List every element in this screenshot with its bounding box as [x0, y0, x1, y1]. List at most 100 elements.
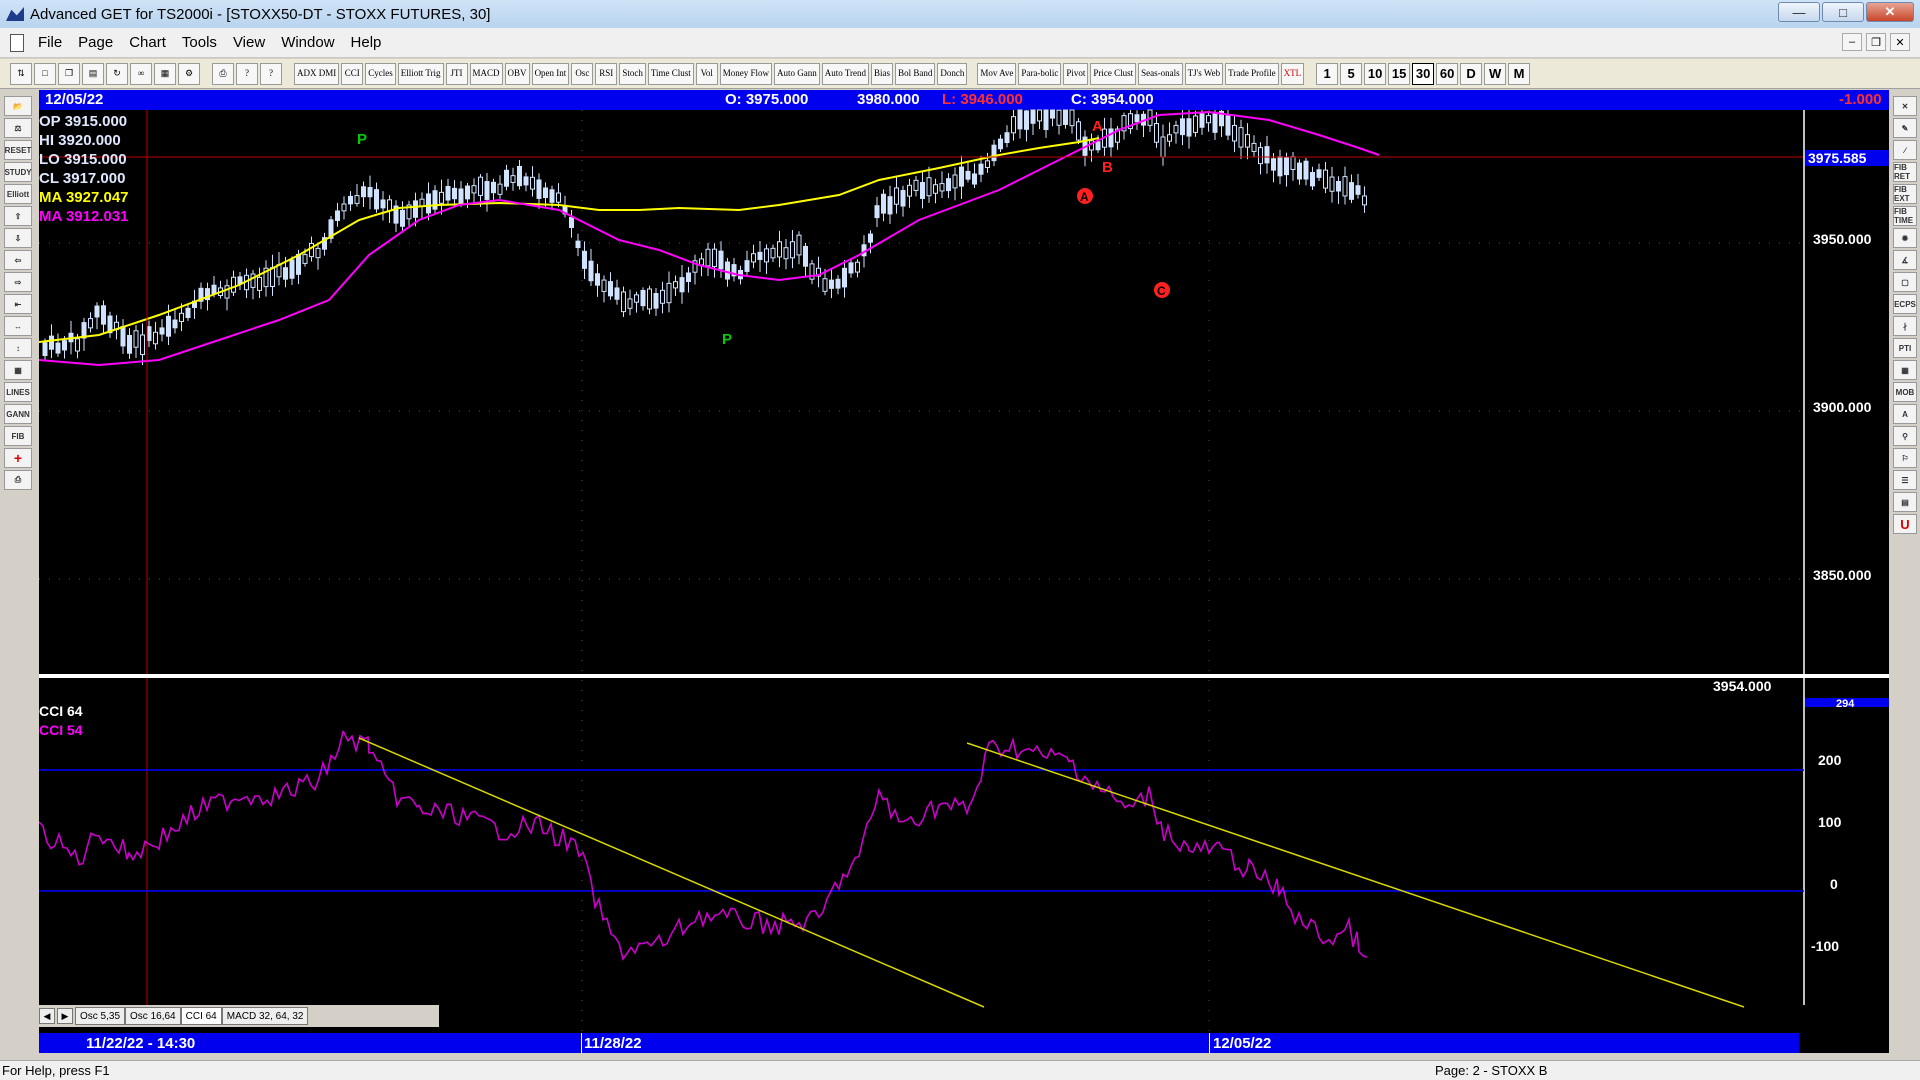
fib-button[interactable]: FIB: [4, 426, 32, 446]
timeframe-button-d[interactable]: D: [1460, 62, 1483, 85]
study-button-cci[interactable]: CCI: [341, 62, 364, 85]
menu-help[interactable]: Help: [351, 34, 382, 51]
book-icon[interactable]: ▤: [1893, 492, 1917, 512]
tab-cci-64[interactable]: CCI 64: [180, 1007, 222, 1025]
context-help-icon[interactable]: ?: [260, 62, 282, 85]
study-button-money-flow[interactable]: Money Flow: [719, 62, 773, 85]
magnet-button[interactable]: U: [1893, 514, 1917, 534]
study-button-rsi[interactable]: RSI: [595, 62, 618, 85]
timeframe-button-60[interactable]: 60: [1436, 62, 1459, 85]
arrow-down-icon[interactable]: ⇩: [4, 228, 32, 248]
fib-ext-button[interactable]: FIB EXT: [1893, 184, 1917, 204]
study-button-stoch[interactable]: Stoch: [619, 62, 646, 85]
line-tool-icon[interactable]: ∕: [1893, 140, 1917, 160]
pencil-icon[interactable]: ✎: [1893, 118, 1917, 138]
study-button-trade-profile[interactable]: Trade Profile: [1225, 62, 1279, 85]
tab-macd[interactable]: MACD 32, 64, 32: [221, 1007, 309, 1025]
close-button[interactable]: ✕: [1866, 2, 1914, 22]
timeframe-button-5[interactable]: 5: [1340, 62, 1363, 85]
lines-button[interactable]: LINES: [4, 382, 32, 402]
study-button-para-bolic[interactable]: Para-bolic: [1018, 62, 1062, 85]
study-button-bol-band[interactable]: Bol Band: [895, 62, 936, 85]
study-button-price-clust[interactable]: Price Clust: [1090, 62, 1137, 85]
balance-icon[interactable]: ⚖: [4, 118, 32, 138]
print-tool-icon[interactable]: ⎙: [4, 470, 32, 490]
study-button-osc[interactable]: Osc: [571, 62, 594, 85]
study-button-auto-trend[interactable]: Auto Trend: [821, 62, 870, 85]
pointer-icon[interactable]: ⇅: [10, 62, 32, 85]
close-tool-icon[interactable]: ✕: [1893, 96, 1917, 116]
mdi-minimize-button[interactable]: –: [1842, 33, 1862, 51]
document-icon[interactable]: [10, 33, 24, 52]
menu-file[interactable]: File: [38, 34, 62, 51]
zoom-icon[interactable]: ⚲: [1893, 426, 1917, 446]
spiral-icon[interactable]: ✹: [1893, 228, 1917, 248]
grid-icon[interactable]: ▦: [154, 62, 176, 85]
tab-scroll-left-icon[interactable]: ◀: [39, 1008, 55, 1024]
timeframe-button-30[interactable]: 30: [1412, 62, 1435, 85]
minimize-button[interactable]: —: [1778, 2, 1820, 22]
ecps-button[interactable]: ECPS: [1893, 294, 1917, 314]
study-button-tj-s-web[interactable]: TJ's Web: [1184, 62, 1224, 85]
fan-icon[interactable]: ∡: [1893, 250, 1917, 270]
panel-separator[interactable]: [39, 674, 1889, 678]
settings-icon[interactable]: ⚙: [178, 62, 200, 85]
compress-icon[interactable]: ⇤: [4, 294, 32, 314]
timeframe-button-15[interactable]: 15: [1388, 62, 1411, 85]
study-button-mov-ave[interactable]: Mov Ave: [977, 62, 1017, 85]
fib-ret-button[interactable]: FIB RET: [1893, 162, 1917, 182]
text-tool-button[interactable]: A: [1893, 404, 1917, 424]
study-button-auto-gann[interactable]: Auto Gann: [774, 62, 820, 85]
gann-button[interactable]: GANN: [4, 404, 32, 424]
study-button-seas-onals[interactable]: Seas-onals: [1138, 62, 1183, 85]
chart-window[interactable]: 12/05/22 O: 3975.000 3980.000 L: 3946.00…: [39, 90, 1889, 1038]
timeframe-button-m[interactable]: M: [1508, 62, 1531, 85]
timeframe-button-w[interactable]: W: [1484, 62, 1507, 85]
study-button-pivot[interactable]: Pivot: [1063, 62, 1089, 85]
chart-icon[interactable]: ▤: [82, 62, 104, 85]
price-chart-svg[interactable]: OP 3915.000 HI 3920.000 LO 3915.000 CL 3…: [39, 90, 1889, 1038]
timeframe-button-1[interactable]: 1: [1316, 62, 1339, 85]
mdi-restore-button[interactable]: ❐: [1866, 33, 1886, 51]
expand-vertical-icon[interactable]: ↕: [4, 338, 32, 358]
menu-view[interactable]: View: [233, 34, 265, 51]
menu-chart[interactable]: Chart: [129, 34, 166, 51]
link-icon[interactable]: ∞: [130, 62, 152, 85]
crosshair-icon[interactable]: +: [4, 448, 32, 468]
tab-osc-5-35[interactable]: Osc 5,35: [75, 1007, 126, 1025]
study-button[interactable]: STUDY: [4, 162, 32, 182]
tab-scroll-right-icon[interactable]: ▶: [57, 1008, 73, 1024]
study-button-bias[interactable]: Bias: [871, 62, 894, 85]
table-icon[interactable]: ▦: [1893, 360, 1917, 380]
reset-button[interactable]: RESET: [4, 140, 32, 160]
list-icon[interactable]: ☰: [1893, 470, 1917, 490]
help-icon[interactable]: ?: [236, 62, 258, 85]
arrow-right-icon[interactable]: ⇨: [4, 272, 32, 292]
mob-button[interactable]: MOB: [1893, 382, 1917, 402]
study-button-adx-dmi[interactable]: ADX DMI: [294, 62, 340, 85]
grid-tool-icon[interactable]: ▦: [4, 360, 32, 380]
print-icon[interactable]: ⎙: [212, 62, 234, 85]
tab-osc-16-64[interactable]: Osc 16,64: [125, 1007, 181, 1025]
study-button-elliott-trig[interactable]: Elliott Trig: [397, 62, 444, 85]
arrow-left-icon[interactable]: ⇦: [4, 250, 32, 270]
study-button-time-clust[interactable]: Time Clust: [647, 62, 694, 85]
tag-icon[interactable]: ⚐: [1893, 448, 1917, 468]
timeframe-button-10[interactable]: 10: [1364, 62, 1387, 85]
copy-icon[interactable]: ❐: [58, 62, 80, 85]
fib-time-button[interactable]: FIB TIME: [1893, 206, 1917, 226]
refresh-icon[interactable]: ↻: [106, 62, 128, 85]
pti-button[interactable]: PTI: [1893, 338, 1917, 358]
study-button-xtl[interactable]: XTL: [1280, 62, 1305, 85]
menu-page[interactable]: Page: [78, 34, 113, 51]
elliott-button[interactable]: Elliott: [4, 184, 32, 204]
maximize-button[interactable]: □: [1822, 2, 1864, 22]
menu-window[interactable]: Window: [281, 34, 334, 51]
study-button-obv[interactable]: OBV: [504, 62, 530, 85]
expand-horizontal-icon[interactable]: ↔: [4, 316, 32, 336]
box-icon[interactable]: ▢: [1893, 272, 1917, 292]
study-button-jti[interactable]: JTI: [445, 62, 468, 85]
open-icon[interactable]: 📂: [4, 96, 32, 116]
study-button-open-int[interactable]: Open Int: [531, 62, 570, 85]
arrow-up-icon[interactable]: ⇧: [4, 206, 32, 226]
